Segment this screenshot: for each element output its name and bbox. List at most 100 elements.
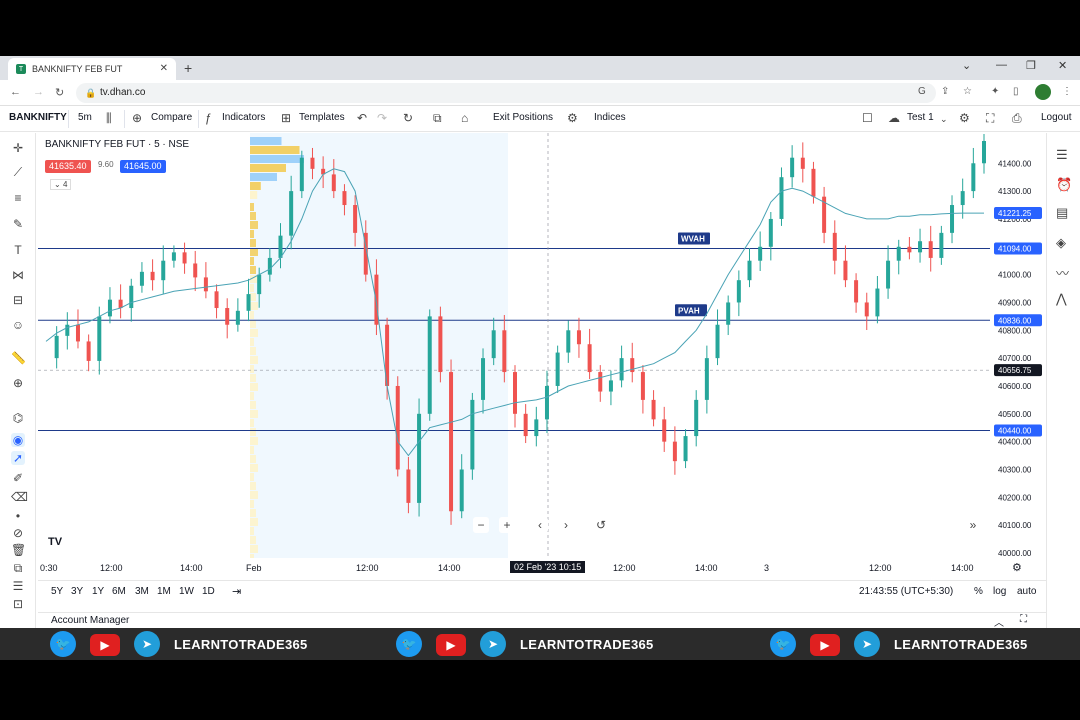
trash-icon[interactable]: 🗑: [11, 543, 26, 557]
eraser-icon[interactable]: ⌫: [11, 490, 28, 504]
tradingview-logo-icon[interactable]: TV: [48, 536, 62, 548]
text-icon[interactable]: T: [11, 243, 25, 257]
logout-button[interactable]: Logout: [1041, 112, 1072, 123]
cursor-icon[interactable]: ➚: [11, 451, 25, 465]
price-chart-svg[interactable]: 41400.0041300.0041200.0041100.0041000.00…: [38, 133, 1044, 558]
trendline-icon[interactable]: ⟋: [11, 165, 25, 180]
range-button-3m[interactable]: 3M: [135, 586, 149, 597]
redo-icon[interactable]: ↷: [377, 111, 387, 125]
ideas-icon[interactable]: ⋀: [1056, 291, 1067, 307]
google-icon[interactable]: G: [918, 86, 926, 97]
range-button-1w[interactable]: 1W: [179, 586, 194, 597]
range-button-3y[interactable]: 3Y: [71, 586, 83, 597]
twitter-icon[interactable]: 🐦: [50, 631, 76, 657]
range-button-6m[interactable]: 6M: [112, 586, 126, 597]
pattern-icon[interactable]: ⋈: [11, 268, 25, 282]
layers-stack-icon[interactable]: ◈: [1056, 235, 1066, 251]
share-icon[interactable]: ⇪: [941, 86, 949, 97]
compare-button[interactable]: Compare: [151, 112, 192, 123]
exit-positions-button[interactable]: Exit Positions: [493, 112, 553, 123]
chevron-down-icon[interactable]: ⌄: [940, 114, 948, 125]
clock-timezone[interactable]: 21:43:55 (UTC+5:30): [859, 586, 953, 597]
undo-icon[interactable]: ↶: [357, 111, 367, 125]
close-tab-icon[interactable]: ✕: [160, 63, 168, 74]
zoom-out-icon[interactable]: −: [473, 517, 489, 533]
indicator-count-toggle[interactable]: ⌄ 4: [50, 179, 72, 190]
object-tree-icon[interactable]: ☰: [11, 579, 25, 593]
magnet-icon[interactable]: ⌬: [11, 411, 25, 425]
lock-tool-icon[interactable]: ⊘: [11, 526, 25, 540]
templates-icon[interactable]: ⊞: [281, 111, 291, 125]
templates-button[interactable]: Templates: [299, 112, 345, 123]
back-icon[interactable]: ←: [10, 86, 21, 98]
basket-icon[interactable]: ⌂: [461, 111, 468, 125]
restore-icon[interactable]: ❐: [1026, 59, 1036, 72]
data-window-icon[interactable]: ▤: [1056, 205, 1068, 221]
range-button-1m[interactable]: 1M: [157, 586, 171, 597]
browser-tab[interactable]: T BANKNIFTY FEB FUT ✕: [8, 58, 176, 80]
profile-avatar[interactable]: [1035, 84, 1051, 100]
new-tab-icon[interactable]: +: [184, 60, 192, 76]
bid-price-box[interactable]: 41635.40: [45, 160, 91, 173]
scroll-right-icon[interactable]: ›: [558, 517, 574, 533]
youtube-icon[interactable]: ▶: [810, 634, 840, 656]
eye-icon[interactable]: ◉: [11, 433, 25, 447]
forward-icon[interactable]: →: [33, 86, 44, 98]
select-box-icon[interactable]: ☐: [862, 111, 873, 125]
fullscreen-icon[interactable]: ⛶: [986, 111, 994, 126]
timezone-settings-icon[interactable]: ⚙: [1012, 561, 1022, 574]
brush-icon[interactable]: ✎: [11, 217, 25, 231]
minimize-icon[interactable]: —: [996, 59, 1007, 71]
tab-search-icon[interactable]: ⌄: [962, 59, 971, 72]
indices-button[interactable]: Indices: [594, 112, 626, 123]
auto-toggle[interactable]: auto: [1017, 586, 1036, 597]
candle-style-icon[interactable]: ⫼: [106, 111, 112, 126]
time-axis[interactable]: 02 Feb '23 10:15 ⚙ 0:30 12:00 14:00 Feb 12:0…: [38, 558, 1044, 578]
pencil-icon[interactable]: ✐: [11, 471, 25, 485]
emoji-icon[interactable]: ☺: [11, 318, 25, 332]
scroll-to-realtime-icon[interactable]: »: [965, 517, 981, 533]
range-button-1d[interactable]: 1D: [202, 586, 215, 597]
interval-button[interactable]: 5m: [78, 112, 92, 123]
settings-gear-icon[interactable]: ⚙: [567, 111, 578, 125]
indicators-button[interactable]: Indicators: [222, 112, 265, 123]
alerts-icon[interactable]: ⏰: [1056, 177, 1072, 193]
goto-date-icon[interactable]: ⇥: [232, 585, 241, 598]
youtube-icon[interactable]: ▶: [90, 634, 120, 656]
cloud-layout-icon[interactable]: ☁: [888, 111, 900, 125]
dot-icon[interactable]: •: [11, 509, 25, 523]
sidepanel-icon[interactable]: ▯: [1013, 86, 1019, 97]
percent-toggle[interactable]: %: [974, 586, 983, 597]
ask-price-box[interactable]: 41645.00: [120, 160, 166, 173]
more-menu-icon[interactable]: ⋮: [1062, 86, 1072, 97]
chart-settings-icon[interactable]: ⚙: [959, 111, 970, 125]
zoom-in-icon[interactable]: +: [499, 517, 515, 533]
chart-pane[interactable]: 41400.0041300.0041200.0041100.0041000.00…: [38, 133, 1044, 558]
twitter-icon[interactable]: 🐦: [396, 631, 422, 657]
symbol-search-button[interactable]: BANKNIFTY: [9, 112, 67, 123]
crosshair-icon[interactable]: ✛: [11, 141, 25, 155]
scroll-left-icon[interactable]: ‹: [532, 517, 548, 533]
ruler-icon[interactable]: 📏: [11, 351, 26, 365]
camera-icon[interactable]: ⎙: [1012, 111, 1022, 126]
youtube-icon[interactable]: ▶: [436, 634, 466, 656]
watchlist-icon[interactable]: ☰: [1056, 147, 1068, 163]
reload-icon[interactable]: ↻: [55, 86, 64, 99]
refresh-icon[interactable]: ↻: [403, 111, 413, 125]
bookmark-star-icon[interactable]: ☆: [963, 86, 972, 97]
indicators-icon[interactable]: ƒ: [205, 111, 212, 125]
maximize-panel-icon[interactable]: ⛶: [1020, 614, 1027, 625]
prediction-icon[interactable]: ⊟: [11, 293, 25, 307]
fib-icon[interactable]: ≡: [11, 191, 25, 205]
range-button-5y[interactable]: 5Y: [51, 586, 63, 597]
compare-plus-icon[interactable]: ⊕: [132, 111, 142, 125]
extensions-icon[interactable]: ✦: [991, 86, 999, 97]
log-toggle[interactable]: log: [993, 586, 1006, 597]
range-button-1y[interactable]: 1Y: [92, 586, 104, 597]
collapse-icon[interactable]: ︿: [994, 614, 1004, 628]
layers-icon[interactable]: ⧉: [11, 561, 25, 576]
close-window-icon[interactable]: ✕: [1058, 59, 1067, 72]
layout-name-button[interactable]: Test 1: [907, 112, 934, 123]
twitter-icon[interactable]: 🐦: [770, 631, 796, 657]
url-input[interactable]: 🔒 tv.dhan.co: [76, 83, 936, 103]
